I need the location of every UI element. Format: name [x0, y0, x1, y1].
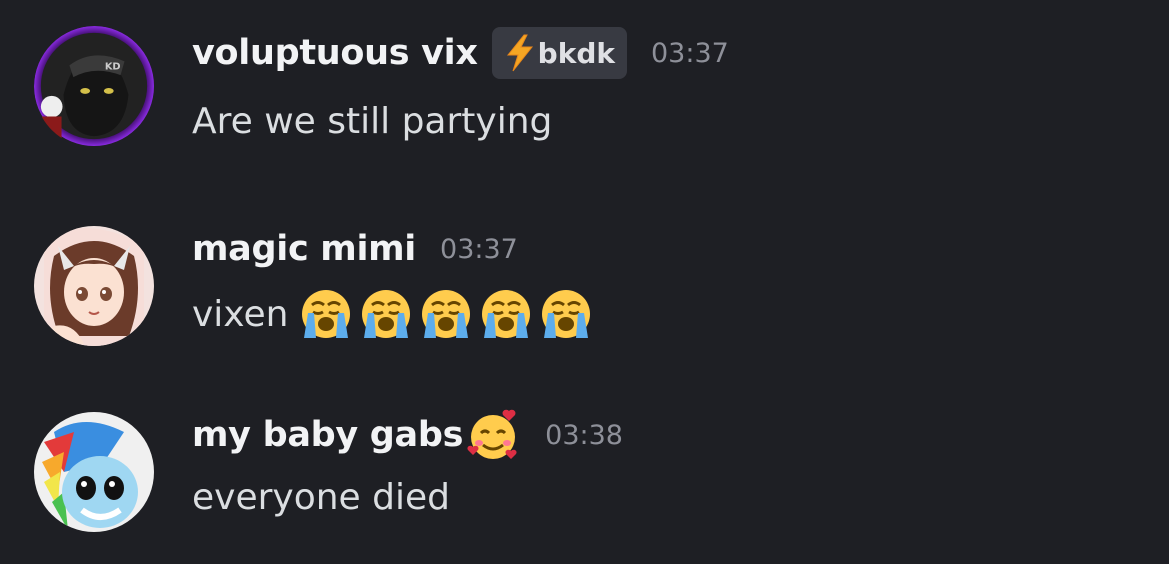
message-content: vixen [192, 286, 600, 342]
anime-girl-avatar[interactable] [34, 226, 154, 346]
message-header: voluptuous vix bkdk 03:37 [192, 22, 729, 84]
timestamp: 03:38 [545, 419, 623, 451]
chat-message-list: KD voluptuous vix bkdk 03:37 Are we stil… [0, 0, 1169, 564]
message-header: my baby gabs 03:38 [192, 404, 623, 466]
message-text: everyone died [192, 476, 450, 518]
server-tag[interactable]: bkdk [491, 27, 627, 79]
loudly-crying-face-icon [360, 288, 412, 340]
username[interactable]: magic mimi [192, 229, 416, 269]
username[interactable]: voluptuous vix [192, 33, 478, 73]
loudly-crying-face-icon [480, 288, 532, 340]
loudly-crying-face-icon [420, 288, 472, 340]
timestamp: 03:37 [440, 233, 518, 265]
username[interactable]: my baby gabs [192, 415, 463, 455]
tag-label: bkdk [537, 36, 615, 70]
loudly-crying-face-icon [300, 288, 352, 340]
black-cat-avatar[interactable]: KD [34, 26, 156, 148]
svg-text:KD: KD [105, 61, 121, 72]
emoji-group [300, 288, 600, 340]
loudly-crying-face-icon [540, 288, 592, 340]
pony-avatar[interactable] [34, 412, 154, 532]
message-header: magic mimi 03:37 [192, 218, 518, 280]
message-text: vixen [192, 293, 289, 335]
smiling-face-with-hearts-icon [467, 409, 517, 459]
timestamp: 03:37 [650, 37, 729, 69]
message-text: Are we still partying [192, 100, 553, 142]
lightning-bolt-icon [506, 34, 533, 72]
